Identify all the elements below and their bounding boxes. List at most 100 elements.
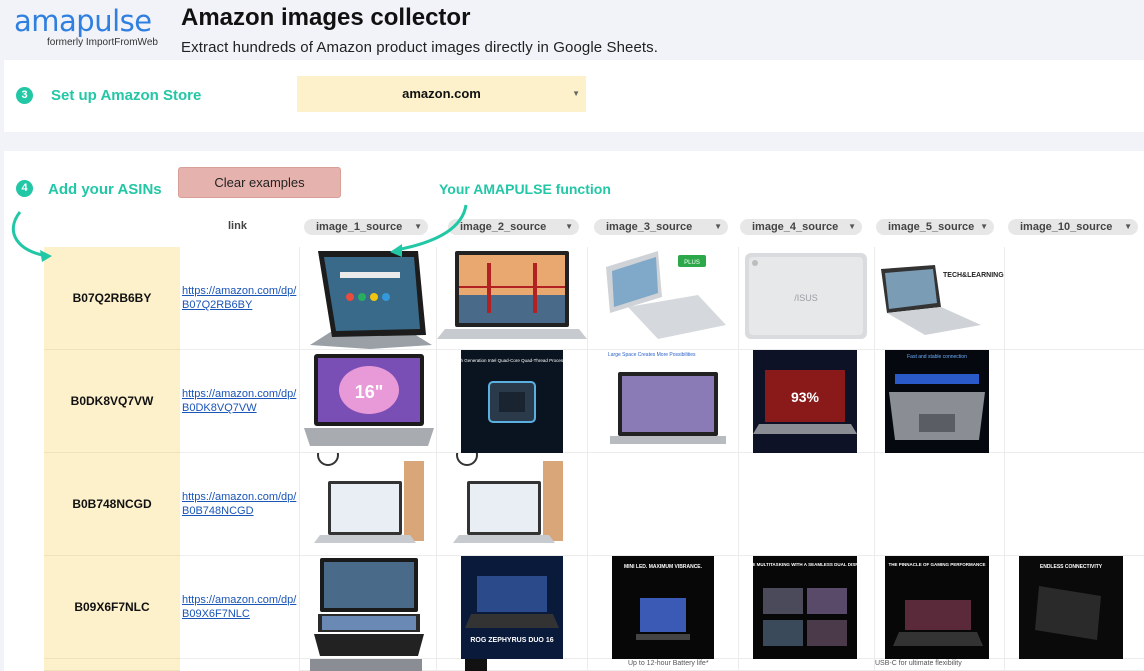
chevron-down-icon: ▼ — [414, 222, 422, 231]
image-cell: TRUE MULTITASKING WITH A SEAMLESS DUAL D… — [738, 556, 874, 659]
laptop-thumbnail-5: Fast and stable connection — [885, 350, 989, 453]
plus-badge: PLUS — [684, 260, 700, 266]
image-cell: Fast and stable connection — [874, 350, 1004, 453]
chevron-down-icon: ▼ — [714, 222, 722, 231]
column-header-image-5[interactable]: image_5_source ▼ — [876, 219, 994, 235]
svg-text:/ISUS: /ISUS — [794, 293, 818, 303]
percent-badge: 93% — [791, 389, 820, 405]
laptop-thumbnail-1: 16" — [304, 354, 434, 446]
asin-cell[interactable]: B0B748NCGD — [44, 453, 180, 556]
image-cell: USB-C for ultimate flexibility — [874, 659, 1004, 671]
laptop-thumbnail-3: Large Space Creates More Possibilities — [608, 352, 726, 444]
store-step-label: Set up Amazon Store — [51, 87, 202, 104]
laptop-thumbnail-1 — [310, 251, 432, 349]
battery-caption: Up to 12-hour Battery life* — [628, 660, 709, 667]
asin-cell[interactable]: B09X6F7NLC — [44, 556, 180, 659]
space-caption: Large Space Creates More Possibilities — [608, 352, 696, 358]
image-cell — [1004, 453, 1144, 556]
image-cell: TECH&LEARNING — [874, 247, 1004, 350]
image-cell — [436, 659, 587, 671]
image-cell: Up to 12-hour Battery life* — [587, 659, 738, 671]
image-cell — [299, 444, 436, 556]
product-link[interactable]: https://amazon.com/dp/B09X6F7NLC — [182, 593, 299, 621]
laptop-thumbnail-5: TECH&LEARNING — [881, 265, 1004, 335]
image-cell — [1004, 247, 1144, 350]
image-cell — [1004, 659, 1144, 671]
image-cell — [299, 659, 436, 671]
product-link[interactable]: https://amazon.com/dp/B07Q2RB6BY — [182, 284, 299, 312]
page-subtitle: Extract hundreds of Amazon product image… — [181, 39, 659, 56]
store-panel: 3 Set up Amazon Store amazon.com ▼ — [4, 60, 1144, 132]
chip-thumbnail: 11th Generation Intel Quad-Core Quad-Thr… — [455, 350, 570, 453]
gaming-caption: THE PINNACLE OF GAMING PERFORMANCE — [888, 562, 985, 567]
image-cell — [299, 247, 436, 350]
image-cell: PLUS — [587, 247, 738, 350]
step-3-badge: 3 — [16, 87, 33, 104]
tech-learning-logo: TECH&LEARNING — [943, 272, 1004, 279]
laptop-thumbnail-4: 93% — [753, 350, 857, 453]
link-cell: https://amazon.com/dp/B07Q2RB6BY — [180, 247, 299, 350]
amazon-store-select[interactable]: amazon.com ▼ — [297, 76, 586, 112]
image-cell: ENDLESS CONNECTIVITY — [1004, 556, 1144, 659]
rog-caption: ROG ZEPHYRUS DUO 16 — [470, 637, 553, 644]
product-link[interactable]: https://amazon.com/dp/B0DK8VQ7VW — [182, 387, 299, 415]
chevron-down-icon: ▼ — [1124, 222, 1132, 231]
chevron-down-icon: ▼ — [980, 222, 988, 231]
step-4-badge: 4 — [16, 180, 33, 197]
laptop-thumbnail-5: THE PINNACLE OF GAMING PERFORMANCE — [885, 556, 989, 659]
chip-caption: 11th Generation Intel Quad-Core Quad-Thr… — [455, 358, 570, 363]
link-cell: https://amazon.com/dp/B09X6F7NLC — [180, 556, 299, 659]
image-cell: 16" — [299, 350, 436, 453]
column-header-image-4[interactable]: image_4_source ▼ — [740, 219, 862, 235]
image-cell — [436, 444, 587, 556]
page-header: amapulse formerly ImportFromWeb Amazon i… — [0, 0, 1144, 58]
laptop-thumbnail-6: ENDLESS CONNECTIVITY — [1019, 556, 1123, 659]
chevron-down-icon: ▼ — [565, 222, 573, 231]
image-cell: 11th Generation Intel Quad-Core Quad-Thr… — [436, 350, 587, 453]
image-cell: ROG ZEPHYRUS DUO 16 — [436, 556, 587, 659]
connectivity-caption: ENDLESS CONNECTIVITY — [1040, 564, 1103, 570]
chevron-down-icon: ▼ — [572, 89, 580, 98]
laptop-thumbnail-4: TRUE MULTITASKING WITH A SEAMLESS DUAL D… — [743, 556, 867, 659]
clear-examples-button[interactable]: Clear examples — [178, 167, 341, 198]
logo-subtitle: formerly ImportFromWeb — [47, 37, 158, 48]
mini-led-caption: MINI LED. MAXIMUM VIBRANCE. — [624, 564, 703, 570]
column-header-image-3[interactable]: image_3_source ▼ — [594, 219, 728, 235]
asin-cell[interactable]: B07Q2RB6BY — [44, 247, 180, 350]
image-cell — [738, 659, 874, 671]
image-cell: Large Space Creates More Possibilities — [587, 350, 738, 453]
laptop-thumbnail-3: MINI LED. MAXIMUM VIBRANCE. — [612, 556, 714, 659]
asin-cell[interactable] — [44, 659, 180, 671]
laptop-thumbnail-2: ROG ZEPHYRUS DUO 16 — [461, 556, 563, 659]
usbc-caption: USB-C for ultimate flexibility — [875, 660, 962, 667]
chevron-down-icon: ▼ — [848, 222, 856, 231]
image-cell — [587, 453, 738, 556]
asins-step-label: Add your ASINs — [48, 181, 162, 198]
laptop-thumbnail-2 — [437, 251, 587, 339]
function-label: Your AMAPULSE function — [439, 181, 611, 197]
column-header-image-10[interactable]: image_10_source ▼ — [1008, 219, 1138, 235]
image-cell: THE PINNACLE OF GAMING PERFORMANCE — [874, 556, 1004, 659]
asin-cell[interactable]: B0DK8VQ7VW — [44, 350, 180, 453]
store-select-value: amazon.com — [402, 86, 481, 101]
multitasking-caption: TRUE MULTITASKING WITH A SEAMLESS DUAL D… — [743, 562, 867, 567]
asins-panel: 4 Add your ASINs Clear examples Your AMA… — [4, 151, 1144, 671]
laptop-thumbnail-4: /ISUS — [745, 253, 867, 339]
laptop-thumbnail-3: PLUS — [606, 251, 726, 339]
image-cell: 93% — [738, 350, 874, 453]
connection-caption: Fast and stable connection — [907, 354, 967, 360]
link-column-header: link — [228, 220, 247, 232]
laptop-thumbnail-1 — [314, 558, 424, 656]
image-cell — [874, 453, 1004, 556]
image-cell — [1004, 350, 1144, 453]
image-cell — [436, 247, 587, 350]
laptop-thumbnail-2 — [453, 444, 563, 543]
column-header-image-1[interactable]: image_1_source ▼ — [304, 219, 428, 235]
page-title: Amazon images collector — [181, 4, 471, 31]
product-link[interactable]: https://amazon.com/dp/B0B748NCGD — [182, 490, 299, 518]
image-cell — [299, 556, 436, 659]
column-header-image-2[interactable]: image_2_source ▼ — [448, 219, 579, 235]
size-badge: 16" — [355, 382, 384, 402]
amapulse-logo[interactable]: amapulse — [14, 4, 152, 38]
laptop-thumbnail-1 — [314, 444, 424, 543]
